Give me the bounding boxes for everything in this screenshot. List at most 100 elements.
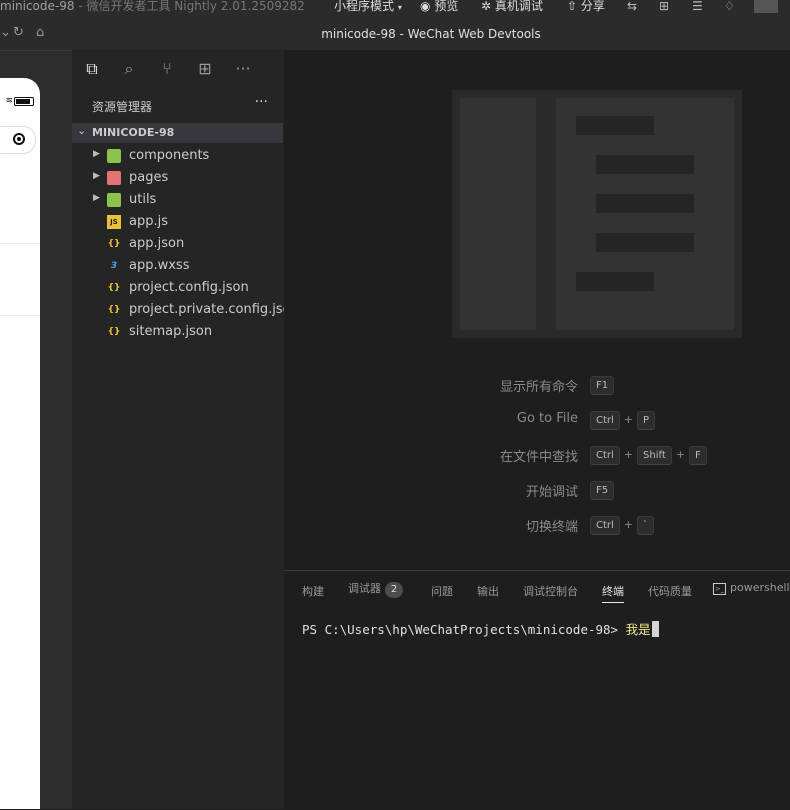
- app-version: - 微信开发者工具 Nightly 2.01.2509282: [78, 0, 305, 13]
- js-file-icon: JS: [107, 215, 121, 229]
- real-device-debug-button[interactable]: ✲ 真机调试: [481, 0, 543, 13]
- share-button[interactable]: ⇧ 分享: [567, 0, 605, 13]
- bug-icon: ✲: [481, 0, 492, 13]
- source-control-icon[interactable]: ⑂: [156, 58, 178, 80]
- plus-sign: +: [623, 518, 634, 531]
- preview-label: 预览: [434, 0, 459, 13]
- tree-file-app-wxss[interactable]: 3 app.wxss: [72, 255, 283, 277]
- shortcut-go-to-file: Go to File Ctrl + P: [284, 411, 790, 431]
- debugger-badge: 2: [385, 582, 403, 598]
- terminal-prompt: PS C:\Users\hp\WeChatProjects\minicode-9…: [302, 622, 619, 637]
- shortcut-label: Go to File: [516, 411, 578, 426]
- terminal-input-text: 我是: [625, 622, 651, 637]
- key-cap: P: [637, 411, 656, 430]
- terminal-shell-selector[interactable]: >_ powershell: [713, 581, 790, 595]
- simulator-toolbar: ⌄ ↻ ⌂: [0, 18, 72, 51]
- terminal-output[interactable]: PS C:\Users\hp\WeChatProjects\minicode-9…: [302, 619, 659, 638]
- search-icon[interactable]: ⌕: [118, 58, 140, 80]
- shell-label: powershell: [730, 581, 790, 594]
- explorer-sidebar: 资源管理器 ··· ⌄ MINICODE-98 ▶ components ▶ p…: [72, 90, 299, 809]
- capsule-button[interactable]: [0, 126, 36, 154]
- tab-debug-console[interactable]: 调试控制台: [523, 583, 578, 599]
- key-cap: F5: [590, 481, 615, 500]
- close-icon[interactable]: [13, 133, 25, 145]
- tree-item-label: components: [129, 148, 210, 163]
- project-name: minicode-98: [0, 0, 75, 13]
- css-file-icon: 3: [110, 261, 118, 271]
- preview-button[interactable]: ◉ 预览: [420, 0, 458, 13]
- avatar[interactable]: [754, 0, 778, 13]
- divider: [0, 315, 40, 316]
- shortcut-label: 显示所有命令: [499, 380, 578, 395]
- tree-file-project-private-config[interactable]: {} project.private.config.json: [72, 299, 299, 321]
- tree-file-sitemap[interactable]: {} sitemap.json: [72, 321, 283, 343]
- json-file-icon: {}: [107, 239, 121, 249]
- key-cap: Shift: [637, 446, 672, 465]
- tab-terminal[interactable]: 终端: [602, 583, 624, 603]
- tree-item-label: app.wxss: [129, 258, 190, 273]
- tree-item-label: project.private.config.json: [129, 302, 299, 317]
- key-cap: Ctrl: [590, 411, 620, 430]
- more-icon[interactable]: ···: [232, 58, 254, 80]
- tab-debugger[interactable]: 调试器 2: [348, 580, 403, 598]
- share-label: 分享: [580, 0, 605, 13]
- json-file-icon: {}: [107, 327, 121, 337]
- tree-item-label: utils: [129, 192, 157, 207]
- bell-icon[interactable]: ♢: [724, 0, 735, 13]
- eye-icon: ◉: [420, 0, 431, 13]
- mode-label: 小程序模式: [334, 0, 395, 13]
- tab-code-quality[interactable]: 代码质量: [648, 583, 692, 599]
- extensions-icon[interactable]: ⊞: [194, 58, 216, 80]
- key-cap: Ctrl: [590, 446, 620, 465]
- tab-output[interactable]: 输出: [477, 583, 499, 599]
- more-actions-icon[interactable]: ···: [255, 94, 268, 110]
- chevron-right-icon: ▶: [93, 171, 100, 181]
- tree-file-app-js[interactable]: JS app.js: [72, 211, 283, 233]
- activity-bar: ⧉ ⌕ ⑂ ⊞ ···: [72, 50, 284, 90]
- chevron-down-icon: ▾: [397, 3, 402, 12]
- tree-folder-utils[interactable]: ▶ utils: [72, 189, 283, 211]
- tree-folder-pages[interactable]: ▶ pages: [72, 167, 283, 189]
- bottom-panel: 构建 调试器 2 问题 输出 调试控制台 终端 代码质量 >_ powershell…: [284, 570, 790, 810]
- tab-problems[interactable]: 问题: [431, 583, 453, 599]
- chevron-right-icon: ▶: [93, 149, 100, 159]
- shortcut-label: 切换终端: [525, 520, 578, 535]
- key-cap: F: [688, 446, 707, 465]
- app-titlebar: minicode-98 - 微信开发者工具 Nightly 2.01.25092…: [0, 0, 790, 18]
- upload-icon: ⇧: [567, 0, 578, 13]
- tree-item-label: sitemap.json: [129, 324, 213, 339]
- shortcut-label: 在文件中查找: [499, 450, 578, 465]
- json-file-icon: {}: [107, 283, 121, 293]
- shortcut-find-in-files: 在文件中查找 Ctrl + Shift + F: [284, 446, 790, 466]
- wifi-icon: ≋: [5, 96, 14, 106]
- files-icon[interactable]: ⧉: [81, 58, 103, 80]
- project-root[interactable]: ⌄ MINICODE-98: [72, 123, 283, 143]
- shortcut-label: 开始调试: [525, 485, 578, 500]
- plus-sign: +: [623, 448, 634, 461]
- folder-pages-icon: [107, 171, 121, 185]
- tab-build[interactable]: 构建: [302, 583, 324, 599]
- switch-icon[interactable]: ⇆: [627, 0, 637, 13]
- plus-sign: +: [623, 413, 634, 426]
- key-cap: F1: [590, 376, 615, 395]
- menu-icon[interactable]: ☰: [692, 0, 703, 13]
- folder-components-icon: [107, 149, 121, 163]
- tab-debugger-label: 调试器: [348, 582, 381, 595]
- shortcut-toggle-terminal: 切换终端 Ctrl + `: [284, 516, 790, 536]
- project-root-label: MINICODE-98: [92, 126, 175, 139]
- refresh-icon[interactable]: ↻: [13, 25, 24, 40]
- home-icon[interactable]: ⌂: [36, 25, 44, 40]
- explorer-header: 资源管理器 ···: [72, 90, 284, 122]
- chevron-down-icon[interactable]: ⌄: [0, 25, 11, 40]
- mode-dropdown[interactable]: 小程序模式 ▾: [334, 0, 402, 14]
- json-file-icon: {}: [107, 305, 121, 315]
- tree-folder-components[interactable]: ▶ components: [72, 145, 283, 167]
- tree-file-app-json[interactable]: {} app.json: [72, 233, 283, 255]
- tree-file-project-config[interactable]: {} project.config.json: [72, 277, 283, 299]
- chevron-down-icon: ⌄: [77, 124, 87, 137]
- real-device-debug-label: 真机调试: [494, 0, 543, 13]
- terminal-cursor: [651, 621, 659, 637]
- layout-icon[interactable]: ⊞: [659, 0, 669, 13]
- folder-utils-icon: [107, 193, 121, 207]
- editor-welcome: 显示所有命令 F1 Go to File Ctrl + P 在文件中查找 Ctrl +…: [284, 50, 790, 570]
